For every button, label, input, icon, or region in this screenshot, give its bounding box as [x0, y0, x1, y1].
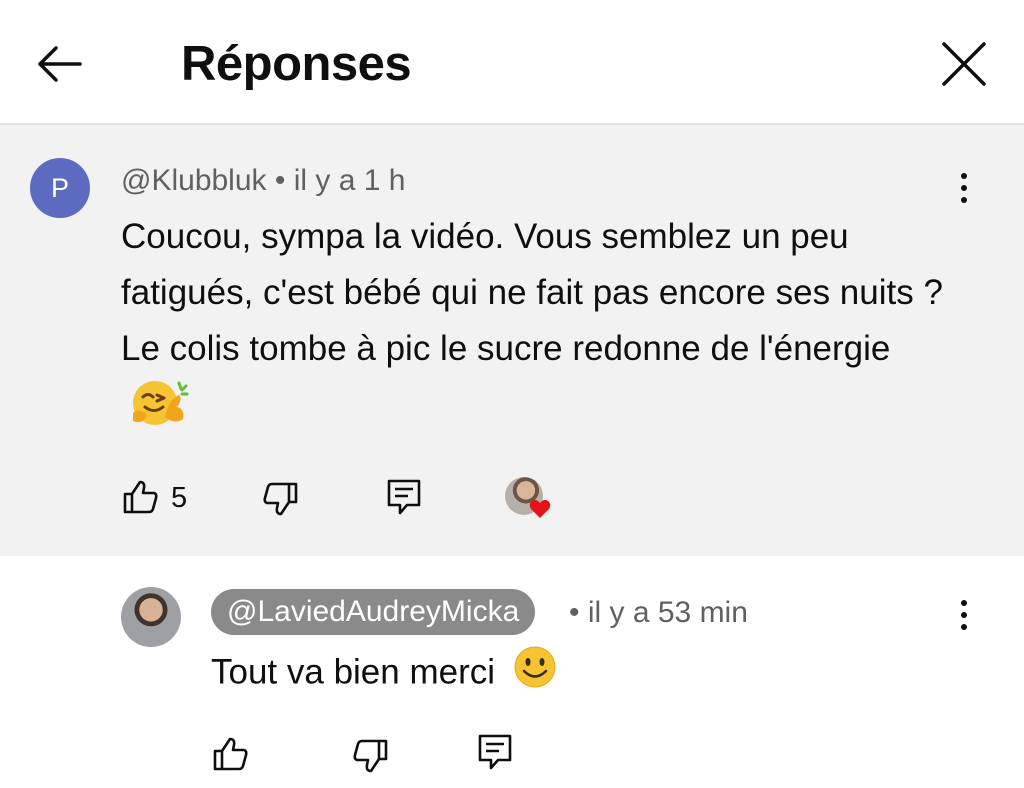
more-dot [961, 612, 967, 618]
reply-time: il y a 53 min [587, 596, 748, 629]
reply-author-badge[interactable]: @LaviedAudreyMicka [211, 589, 536, 635]
meta-separator: • [569, 596, 588, 629]
comment: P @Klubbluk • il y a 1 h Coucou, sympa l… [0, 125, 1024, 556]
header: Réponses [0, 0, 1024, 125]
heart-icon [529, 499, 551, 518]
reply-comment-icon [478, 734, 512, 770]
hugging-face-emoji [129, 377, 191, 448]
comment-time: il y a 1 h [293, 164, 406, 197]
reply-dislike-button[interactable] [352, 737, 390, 780]
reply-body: Tout va bien merci [211, 652, 496, 692]
avatar[interactable]: P [30, 158, 90, 218]
meta-separator: • [266, 164, 294, 197]
thumbs-up-icon [213, 737, 248, 771]
reply-reply-button[interactable] [477, 733, 513, 778]
more-vertical-icon [961, 600, 967, 606]
back-button[interactable] [30, 36, 90, 92]
close-button[interactable] [934, 36, 994, 96]
more-dot [961, 197, 967, 203]
comment-body: Coucou, sympa la vidéo. Vous semblez un … [121, 217, 943, 368]
dislike-button[interactable] [262, 480, 300, 523]
creator-heart-badge [505, 477, 551, 523]
reply-button[interactable] [386, 478, 422, 523]
like-button[interactable] [121, 478, 159, 521]
thumbs-up-icon [123, 480, 158, 514]
more-dot [961, 185, 967, 191]
reply-comment-icon [387, 479, 421, 515]
smiling-face-emoji [513, 645, 557, 703]
comment-text: Coucou, sympa la vidéo. Vous semblez un … [121, 209, 951, 448]
like-count: 5 [171, 482, 188, 514]
reply-text: Tout va bien merci [211, 645, 557, 703]
comment-meta: @Klubbluk • il y a 1 h [121, 161, 405, 201]
more-dot [961, 624, 967, 630]
reply-like-button[interactable] [211, 735, 249, 778]
reply-avatar[interactable] [121, 587, 181, 647]
page-title: Réponses [181, 37, 412, 91]
reply-more-button[interactable] [944, 600, 984, 650]
reply-meta: • il y a 53 min [569, 593, 748, 633]
comment-author[interactable]: @Klubbluk [121, 164, 267, 197]
close-icon [942, 42, 986, 86]
more-vertical-icon [961, 173, 967, 179]
arrow-left-icon [38, 46, 82, 82]
thumbs-down-icon [353, 739, 388, 773]
thumbs-down-icon [263, 482, 298, 516]
